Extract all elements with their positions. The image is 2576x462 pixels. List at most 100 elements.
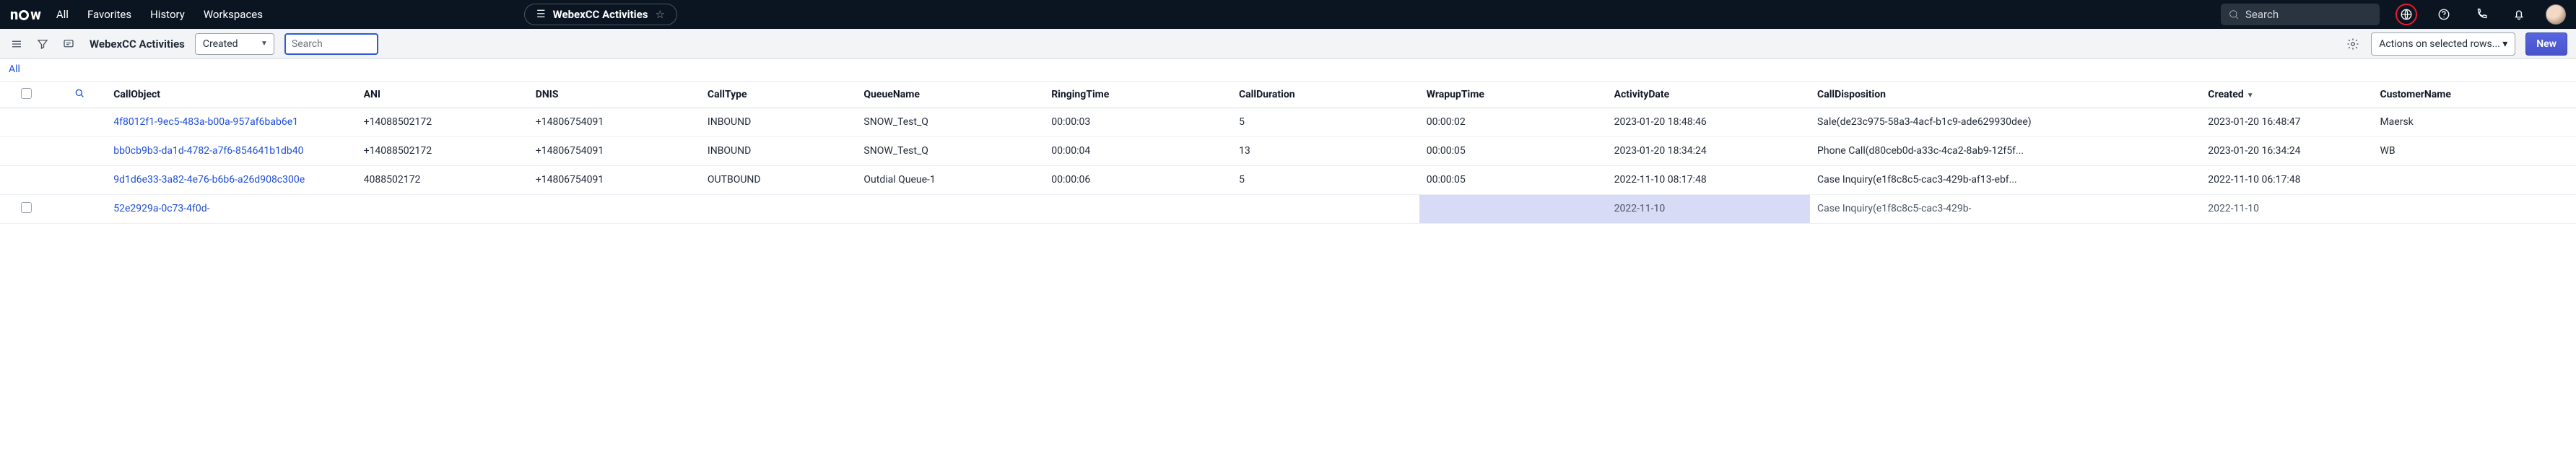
globe-icon[interactable]	[2396, 4, 2417, 25]
cell-calldisposition: Sale(de23c975-58a3-4acf-b1c9-ade629930de…	[1810, 108, 2201, 137]
topbar: nw All Favorites History Workspaces ☰ We…	[0, 0, 2576, 29]
global-search[interactable]: Search	[2221, 4, 2380, 25]
table-row: 4f8012f1-9ec5-483a-b00a-957af6bab6e1 +140…	[0, 108, 2576, 137]
chevron-down-icon: ▾	[2502, 38, 2507, 50]
table-row: 9d1d6e33-3a82-4e76-b6b6-a26d908c300e 4088…	[0, 165, 2576, 194]
list-search-input[interactable]: Search	[284, 33, 378, 55]
cell-queuename: Outdial Queue-1	[856, 165, 1044, 194]
cell-ani: 4088502172	[357, 165, 528, 194]
nav-favorites[interactable]: Favorites	[87, 8, 131, 21]
cell-callduration: 5	[1232, 108, 1419, 137]
col-customername[interactable]: CustomerName	[2372, 82, 2576, 108]
cell-calltype: INBOUND	[700, 136, 857, 165]
cell-customername	[2372, 165, 2576, 194]
new-button[interactable]: New	[2525, 32, 2567, 56]
list-title: WebexCC Activities	[90, 38, 185, 51]
logo[interactable]: nw	[10, 6, 40, 23]
activities-table: CallObject ANI DNIS CallType QueueName R…	[0, 82, 2576, 224]
select-all-checkbox[interactable]	[21, 88, 32, 99]
col-queuename[interactable]: QueueName	[856, 82, 1044, 108]
cell-ani: +14088502172	[357, 108, 528, 137]
breadcrumb-all[interactable]: All	[9, 64, 20, 75]
context-title: WebexCC Activities	[553, 8, 648, 21]
col-callobject[interactable]: CallObject	[106, 82, 356, 108]
row-checkbox[interactable]	[21, 202, 32, 213]
global-search-placeholder: Search	[2245, 8, 2279, 21]
cell-dnis	[528, 194, 700, 223]
cell-wrapuptime: 00:00:02	[1419, 108, 1607, 137]
activity-stream-icon[interactable]	[61, 36, 77, 52]
col-ringingtime[interactable]: RingingTime	[1044, 82, 1232, 108]
cell-dnis: +14806754091	[528, 108, 700, 137]
menu-icon[interactable]	[9, 36, 25, 52]
col-calldisposition[interactable]: CallDisposition	[1810, 82, 2201, 108]
star-icon[interactable]: ☆	[655, 8, 664, 21]
context-pill[interactable]: ☰ WebexCC Activities ☆	[524, 4, 677, 25]
sort-desc-icon: ▼	[2247, 92, 2254, 100]
cell-created: 2023-01-20 16:48:47	[2201, 108, 2372, 137]
cell-callduration: 5	[1232, 165, 1419, 194]
cell-customername: Maersk	[2372, 108, 2576, 137]
phone-icon[interactable]	[2471, 4, 2492, 25]
actions-select[interactable]: Actions on selected rows... ▾	[2371, 32, 2515, 56]
field-select[interactable]: Created ▼	[195, 33, 274, 55]
cell-ani: +14088502172	[357, 136, 528, 165]
table-row: 52e2929a-0c73-4f0d-2022-11-10Case Inquir…	[0, 194, 2576, 223]
nav-all[interactable]: All	[56, 8, 69, 21]
cell-ringingtime	[1044, 194, 1232, 223]
field-select-value: Created	[203, 38, 238, 50]
cell-ringingtime: 00:00:03	[1044, 108, 1232, 137]
avatar[interactable]	[2546, 4, 2566, 25]
cell-ringingtime: 00:00:04	[1044, 136, 1232, 165]
callobject-link[interactable]: 9d1d6e33-3a82-4e76-b6b6-a26d908c300e	[113, 174, 305, 186]
cell-ani	[357, 194, 528, 223]
chevron-down-icon: ▼	[261, 40, 268, 48]
table-header-row: CallObject ANI DNIS CallType QueueName R…	[0, 82, 2576, 108]
callobject-link[interactable]: 4f8012f1-9ec5-483a-b00a-957af6bab6e1	[113, 116, 298, 128]
cell-activitydate: 2023-01-20 18:48:46	[1607, 108, 1810, 137]
col-ani[interactable]: ANI	[357, 82, 528, 108]
col-callduration[interactable]: CallDuration	[1232, 82, 1419, 108]
cell-dnis: +14806754091	[528, 165, 700, 194]
col-dnis[interactable]: DNIS	[528, 82, 700, 108]
callobject-link[interactable]: 52e2929a-0c73-4f0d-	[113, 203, 209, 214]
col-calltype[interactable]: CallType	[700, 82, 857, 108]
filter-icon[interactable]	[35, 36, 51, 52]
cell-wrapuptime: 00:00:05	[1419, 136, 1607, 165]
cell-calltype: OUTBOUND	[700, 165, 857, 194]
cell-created: 2022-11-10	[2201, 194, 2372, 223]
help-icon[interactable]	[2433, 4, 2455, 25]
nav-workspaces[interactable]: Workspaces	[204, 8, 263, 21]
cell-calldisposition: Phone Call(d80ceb0d-a33c-4ca2-8ab9-12f5f…	[1810, 136, 2201, 165]
cell-calltype	[700, 194, 857, 223]
actions-select-label: Actions on selected rows...	[2379, 38, 2500, 50]
cell-wrapuptime	[1419, 194, 1607, 223]
gear-icon[interactable]	[2345, 36, 2361, 52]
list-search-placeholder: Search	[292, 38, 323, 50]
cell-queuename: SNOW_Test_Q	[856, 108, 1044, 137]
col-wrapuptime[interactable]: WrapupTime	[1419, 82, 1607, 108]
cell-activitydate: 2022-11-10	[1607, 194, 1810, 223]
cell-dnis: +14806754091	[528, 136, 700, 165]
breadcrumb: All	[0, 59, 2576, 82]
cell-calldisposition: Case Inquiry(e1f8c8c5-cac3-429b-af13-ebf…	[1810, 165, 2201, 194]
search-icon	[2228, 9, 2240, 20]
callobject-link[interactable]: bb0cb9b3-da1d-4782-a7f6-854641b1db40	[113, 145, 303, 157]
cell-created: 2022-11-10 06:17:48	[2201, 165, 2372, 194]
cell-callduration	[1232, 194, 1419, 223]
cell-queuename: SNOW_Test_Q	[856, 136, 1044, 165]
cell-calltype: INBOUND	[700, 108, 857, 137]
table-row: bb0cb9b3-da1d-4782-a7f6-854641b1db40 +140…	[0, 136, 2576, 165]
column-search-icon[interactable]	[74, 87, 85, 99]
cell-activitydate: 2022-11-10 08:17:48	[1607, 165, 1810, 194]
primary-nav: All Favorites History Workspaces	[56, 8, 263, 21]
nav-history[interactable]: History	[150, 8, 185, 21]
cell-customername: WB	[2372, 136, 2576, 165]
cell-customername	[2372, 194, 2576, 223]
cell-ringingtime: 00:00:06	[1044, 165, 1232, 194]
list-icon: ☰	[536, 9, 546, 20]
cell-wrapuptime: 00:00:05	[1419, 165, 1607, 194]
col-activitydate[interactable]: ActivityDate	[1607, 82, 1810, 108]
bell-icon[interactable]	[2508, 4, 2530, 25]
col-created[interactable]: Created▼	[2201, 82, 2372, 108]
